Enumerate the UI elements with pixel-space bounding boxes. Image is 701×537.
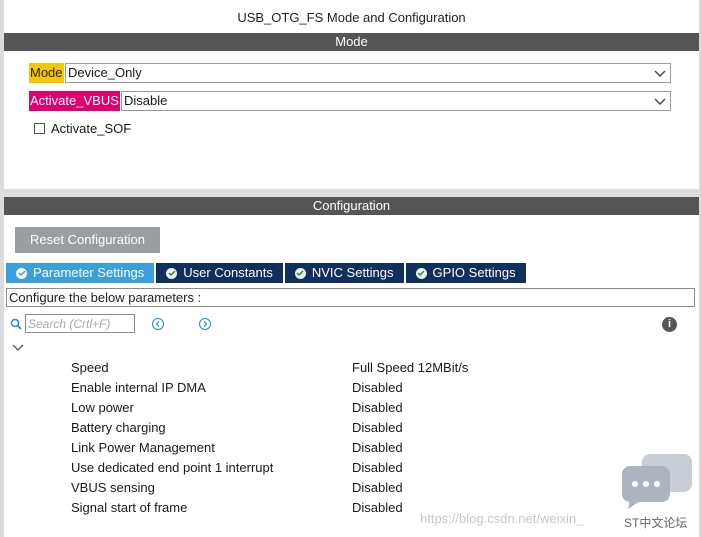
chevron-down-icon[interactable] [12,344,24,352]
reset-configuration-button[interactable]: Reset Configuration [15,227,160,253]
activate-sof-label: Activate_SOF [51,121,132,136]
tab-user-constants[interactable]: User Constants [156,263,283,283]
tab-label: Parameter Settings [33,265,145,280]
tab-label: User Constants [183,265,273,280]
parameter-value: Disabled [352,400,403,415]
mode-panel: USB_OTG_FS Mode and Configuration Mode M… [4,0,699,189]
info-icon[interactable]: i [662,317,677,332]
mode-row: Mode [29,63,64,83]
check-circle-icon [166,267,178,279]
chevron-down-icon [654,98,666,105]
tab-nvic-settings[interactable]: NVIC Settings [284,263,404,283]
search-icon [10,318,22,330]
tab-parameter-settings[interactable]: Parameter Settings [6,263,155,283]
parameter-row[interactable]: Use dedicated end point 1 interrupt Disa… [71,458,671,478]
search-row [10,314,211,333]
watermark-brand: ST中文论坛 [624,516,688,530]
window-title: USB_OTG_FS Mode and Configuration [237,10,466,25]
mode-select-value: Device_Only [68,65,142,80]
parameter-name: Battery charging [71,420,166,435]
watermark-url: https://blog.csdn.net/weixin_ [420,511,584,526]
chevron-down-icon [654,70,666,77]
activate-sof-row[interactable]: Activate_SOF [34,121,131,136]
parameter-value: Disabled [352,380,403,395]
config-tabs: Parameter Settings User Constants NVIC S… [6,263,528,283]
search-previous-icon[interactable] [152,317,164,330]
configuration-section-header: Configuration [4,197,699,215]
check-circle-icon [294,267,306,279]
parameter-name: Low power [71,400,134,415]
parameter-name: Speed [71,360,109,375]
parameter-value: Disabled [352,500,403,515]
parameter-name: Use dedicated end point 1 interrupt [71,460,274,475]
search-input[interactable] [25,314,135,333]
activate-vbus-select[interactable]: Disable [121,91,671,111]
activate-vbus-label: Activate_VBUS [29,91,120,111]
parameter-name: VBUS sensing [71,480,155,495]
configure-hint: Configure the below parameters : [6,288,695,307]
check-circle-icon [16,267,27,279]
tab-label: GPIO Settings [432,265,516,280]
parameter-row[interactable]: Link Power Management Disabled [71,438,671,458]
parameter-value: Full Speed 12MBit/s [352,360,469,375]
parameter-name: Signal start of frame [71,500,188,515]
parameter-row[interactable]: VBUS sensing Disabled [71,478,671,498]
parameter-value: Disabled [352,480,403,495]
parameter-value: Disabled [352,420,403,435]
mode-section-header: Mode [4,33,699,51]
activate-vbus-row: Activate_VBUS [29,91,120,111]
mode-label: Mode [29,63,64,83]
activate-vbus-select-value: Disable [124,93,168,108]
parameter-row[interactable]: Enable internal IP DMA Disabled [71,378,671,398]
tab-label: NVIC Settings [311,265,394,280]
parameter-name: Enable internal IP DMA [71,380,206,395]
activate-sof-checkbox[interactable] [34,123,45,134]
mode-select[interactable]: Device_Only [65,63,671,83]
parameter-value: Disabled [352,460,403,475]
parameter-row[interactable]: Speed Full Speed 12MBit/s [71,358,671,378]
configuration-panel: Configuration Reset Configuration Parame… [4,197,699,537]
parameter-row[interactable]: Low power Disabled [71,398,671,418]
parameter-row[interactable]: Battery charging Disabled [71,418,671,438]
chat-bubble-icon [622,454,692,509]
search-next-icon[interactable] [199,317,211,330]
check-circle-icon [415,267,427,279]
tab-gpio-settings[interactable]: GPIO Settings [405,263,526,283]
parameter-value: Disabled [352,440,403,455]
parameter-name: Link Power Management [71,440,215,455]
